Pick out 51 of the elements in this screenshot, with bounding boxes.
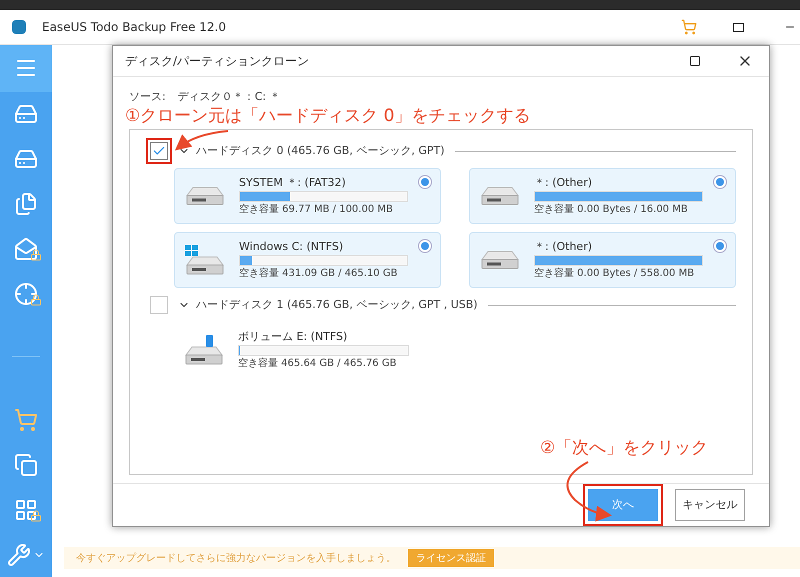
app-title: EaseUS Todo Backup Free 12.0 xyxy=(42,19,226,36)
source-value: ディスク０＊：C: ＊ xyxy=(178,88,281,105)
source-label: ソース: xyxy=(129,88,166,105)
dialog-title: ディスク/パーティションクローン xyxy=(125,52,310,70)
drive-icon xyxy=(481,250,519,270)
annotation-arrow xyxy=(566,461,612,522)
partition-name: ＊: (Other) xyxy=(534,240,594,254)
lock-icon xyxy=(30,248,42,261)
wrench-icon xyxy=(7,542,31,567)
partition-card[interactable]: SYSTEM ＊: (FAT32) 空き容量 69.77 MB / 100.00 MB xyxy=(174,168,441,224)
partition-name: ＊: (Other) xyxy=(534,176,594,190)
free-space-text: 空き容量 465.64 GB / 465.76 GB xyxy=(238,358,398,371)
lock-icon xyxy=(30,510,42,522)
annotation-text: ②「次へ」をクリック xyxy=(540,437,708,460)
dropdown-button[interactable] xyxy=(733,22,744,32)
app-logo-icon xyxy=(12,20,26,34)
usb-drive-icon xyxy=(182,333,226,368)
radio-button[interactable] xyxy=(418,239,432,254)
partition-name: ボリューム E: (NTFS) xyxy=(238,330,348,344)
cart-icon[interactable] xyxy=(681,19,697,35)
annotation-text: ①クローン元は「ハードディスク 0」をチェックする xyxy=(124,105,532,128)
free-space-text: 空き容量 0.00 Bytes / 558.00 MB xyxy=(534,268,696,281)
partition-name: Windows C: (NTFS) xyxy=(239,240,344,254)
target-icon xyxy=(14,282,38,306)
partition-card[interactable]: ＊: (Other) 空き容量 0.00 Bytes / 16.00 MB xyxy=(469,168,736,224)
radio-button[interactable] xyxy=(418,175,432,190)
banner-text: 今すぐアップグレードしてさらに強力なバージョンを入手しましょう。 xyxy=(76,552,396,566)
disk-label: ハードディスク 0 (465.76 GB, ベーシック, GPT) xyxy=(196,142,444,159)
lock-icon xyxy=(30,294,42,306)
partition-card[interactable]: Windows C: (NTFS) 空き容量 431.09 GB / 465.10 GB xyxy=(174,232,441,288)
partition-card[interactable]: ＊: (Other) 空き容量 0.00 Bytes / 558.00 MB xyxy=(469,232,736,288)
free-space-text: 空き容量 431.09 GB / 465.10 GB xyxy=(239,268,398,281)
disk-checkbox[interactable] xyxy=(150,296,168,314)
grid-icon xyxy=(14,498,38,522)
windows-drive-icon xyxy=(183,243,227,278)
files-icon xyxy=(14,192,38,216)
cancel-button[interactable]: キャンセル xyxy=(675,489,745,521)
drive-icon xyxy=(186,186,224,206)
disk-label: ハードディスク 1 (465.76 GB, ベーシック, GPT , USB) xyxy=(196,296,478,313)
volume-item[interactable]: ボリューム E: (NTFS) 空き容量 465.64 GB / 465.76 GB xyxy=(174,322,441,378)
partition-name: SYSTEM ＊: (FAT32) xyxy=(239,176,347,190)
drive-icon xyxy=(481,186,519,206)
radio-button[interactable] xyxy=(713,175,727,190)
free-space-text: 空き容量 69.77 MB / 100.00 MB xyxy=(239,204,394,217)
free-space-text: 空き容量 0.00 Bytes / 16.00 MB xyxy=(534,204,689,217)
menu-button[interactable] xyxy=(0,45,52,92)
maximize-icon[interactable] xyxy=(689,54,701,67)
cart-icon xyxy=(14,408,38,432)
radio-button[interactable] xyxy=(713,239,727,254)
mail-icon xyxy=(14,236,38,261)
copy-icon xyxy=(14,452,38,477)
